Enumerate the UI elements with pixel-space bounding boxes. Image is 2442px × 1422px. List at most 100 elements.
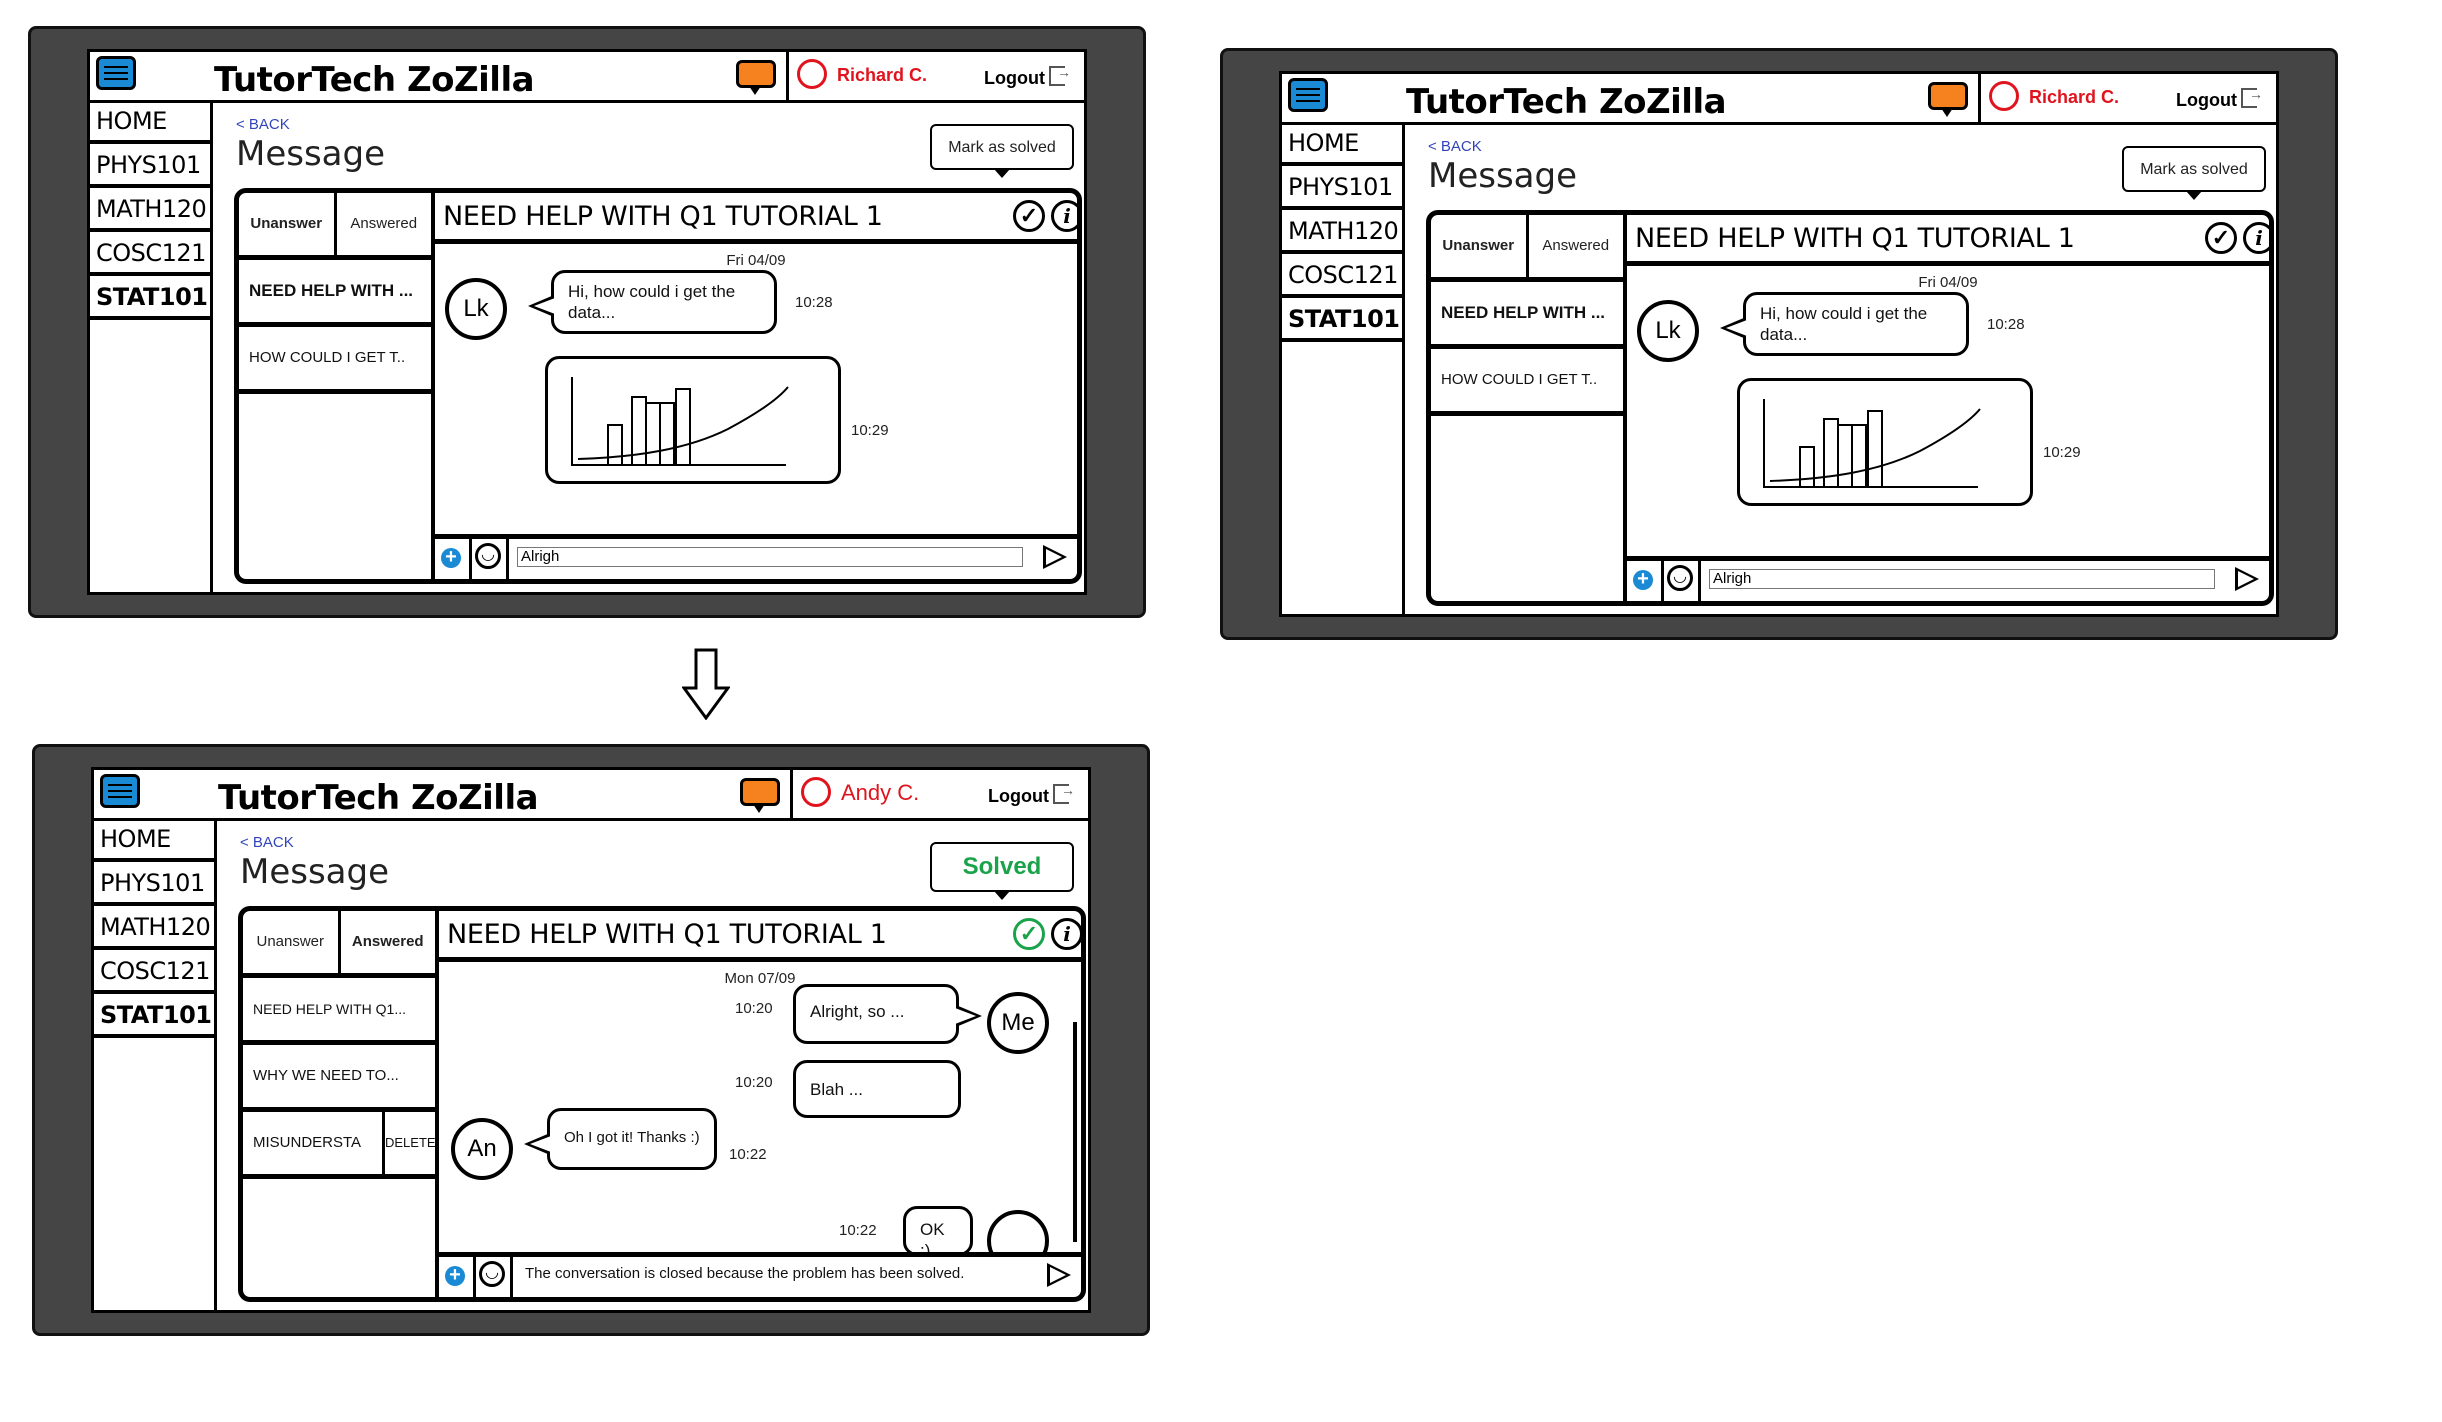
nav-math120[interactable]: MATH120	[1282, 210, 1402, 254]
message-time: 10:22	[729, 1146, 767, 1163]
add-attachment-icon[interactable]: +	[445, 1265, 465, 1286]
user-name: Andy C.	[841, 780, 920, 805]
emoji-button[interactable]: ◡	[473, 1257, 513, 1297]
nav-cosc121[interactable]: COSC121	[1282, 254, 1402, 298]
tab-answered[interactable]: Answered	[333, 193, 432, 255]
scrollbar[interactable]	[1073, 1022, 1077, 1242]
thread-item[interactable]: WHY WE NEED TO...	[243, 1045, 435, 1112]
send-icon[interactable]	[1043, 545, 1067, 569]
info-icon[interactable]: i	[2243, 222, 2269, 254]
nav-phys101[interactable]: PHYS101	[94, 862, 214, 906]
thread-item[interactable]: NEED HELP WITH Q1...	[243, 978, 435, 1045]
avatar: Me	[987, 992, 1049, 1054]
message-bubble: Hi, how could i get the data...	[528, 270, 777, 334]
logout-icon	[2240, 86, 2263, 108]
image-attachment[interactable]	[1737, 378, 2033, 506]
chat-date: Fri 04/09	[1918, 274, 1978, 291]
nav-phys101[interactable]: PHYS101	[1282, 166, 1402, 210]
nav-stat101[interactable]: STAT101	[90, 276, 210, 320]
nav-stat101[interactable]: STAT101	[1282, 298, 1402, 342]
chat-area: NEED HELP WITH Q1 TUTORIAL 1 ✓ i Fri 04/…	[435, 193, 1077, 579]
tab-unanswer[interactable]: Unanswer	[1431, 215, 1526, 277]
nav-home[interactable]: HOME	[94, 818, 214, 862]
nav-home[interactable]: HOME	[90, 100, 210, 144]
check-icon[interactable]: ✓	[2205, 222, 2237, 254]
chat-icon[interactable]	[1928, 82, 1968, 117]
nav-stat101[interactable]: STAT101	[94, 994, 214, 1038]
tab-answered[interactable]: Answered	[337, 911, 436, 973]
logout-button[interactable]: Logout	[2176, 86, 2263, 111]
nav-math120[interactable]: MATH120	[94, 906, 214, 950]
add-attachment-icon[interactable]: +	[441, 547, 461, 568]
message-input[interactable]	[517, 547, 1023, 567]
back-link[interactable]: < BACK	[240, 834, 294, 851]
tab-answered[interactable]: Answered	[1525, 215, 1624, 277]
user-profile[interactable]: Richard C.	[1978, 74, 2121, 122]
smiley-icon: ◡	[479, 1261, 505, 1287]
logout-label: Logout	[988, 786, 1049, 806]
nav-math120[interactable]: MATH120	[90, 188, 210, 232]
emoji-button[interactable]: ◡	[1661, 561, 1701, 601]
thread-item[interactable]: NEED HELP WITH ...	[1431, 282, 1623, 349]
mark-as-solved-button[interactable]: Mark as solved	[2122, 146, 2266, 200]
device-frame-3: TutorTech ZoZilla Andy C. Logout HOME PH…	[32, 744, 1150, 1336]
thread-list: Unanswer Answered NEED HELP WITH ... HOW…	[1431, 215, 1627, 601]
page-title: Message	[240, 852, 390, 892]
app-title: TutorTech ZoZilla	[1406, 82, 1727, 122]
closed-notice: The conversation is closed because the p…	[525, 1265, 965, 1282]
avatar: An	[451, 1118, 513, 1180]
thread-item[interactable]: NEED HELP WITH ...	[239, 260, 431, 327]
message-bubble: Blah ...	[793, 1060, 961, 1118]
device-frame-2: TutorTech ZoZilla Richard C. Logout HOME…	[1220, 48, 2338, 640]
check-icon[interactable]: ✓	[1013, 200, 1045, 232]
sidebar: HOME PHYS101 MATH120 COSC121 STAT101	[1282, 122, 1405, 614]
logout-label: Logout	[984, 68, 1045, 88]
smiley-icon: ◡	[1667, 565, 1693, 591]
thread-item[interactable]: HOW COULD I GET T..	[239, 327, 431, 394]
thread-item[interactable]: MISUNDERSTA DELETE	[243, 1112, 435, 1179]
user-profile[interactable]: Andy C.	[790, 770, 933, 818]
thread-list: Unanswer Answered NEED HELP WITH ... HOW…	[239, 193, 435, 579]
chat-header: NEED HELP WITH Q1 TUTORIAL 1 ✓ i	[435, 193, 1077, 244]
chat-title: NEED HELP WITH Q1 TUTORIAL 1	[443, 201, 883, 232]
menu-icon[interactable]	[1288, 78, 1328, 112]
message-panel: Unanswer Answered NEED HELP WITH ... HOW…	[1426, 210, 2274, 606]
chat-icon[interactable]	[736, 60, 776, 95]
add-attachment-icon[interactable]: +	[1633, 569, 1653, 590]
message-bubble: Oh I got it! Thanks :)	[524, 1108, 717, 1170]
message-input[interactable]	[1709, 569, 2215, 589]
tab-unanswer[interactable]: Unanswer	[243, 911, 338, 973]
chat-icon[interactable]	[740, 778, 780, 813]
back-link[interactable]: < BACK	[236, 116, 290, 133]
nav-phys101[interactable]: PHYS101	[90, 144, 210, 188]
info-icon[interactable]: i	[1051, 918, 1081, 950]
message-text: Alright, so ...	[810, 1002, 905, 1021]
chart-thumbnail	[1763, 399, 1981, 488]
menu-icon[interactable]	[96, 56, 136, 90]
chart-thumbnail	[571, 377, 789, 466]
chat-title: NEED HELP WITH Q1 TUTORIAL 1	[447, 919, 887, 950]
user-name: Richard C.	[2029, 87, 2120, 107]
compose-bar: + ◡ The conversation is closed because t…	[439, 1252, 1081, 1297]
user-profile[interactable]: Richard C.	[786, 52, 929, 100]
delete-button[interactable]: DELETE	[382, 1112, 435, 1174]
top-bar: TutorTech ZoZilla Richard C. Logout	[90, 52, 1084, 103]
emoji-button[interactable]: ◡	[469, 539, 509, 579]
mark-as-solved-button[interactable]: Mark as solved	[930, 124, 1074, 178]
nav-home[interactable]: HOME	[1282, 122, 1402, 166]
message-bubble: OK :)	[903, 1206, 973, 1257]
nav-cosc121[interactable]: COSC121	[90, 232, 210, 276]
image-attachment[interactable]	[545, 356, 841, 484]
tab-unanswer[interactable]: Unanswer	[239, 193, 334, 255]
info-icon[interactable]: i	[1051, 200, 1077, 232]
send-icon[interactable]	[2235, 567, 2259, 591]
sidebar: HOME PHYS101 MATH120 COSC121 STAT101	[90, 100, 213, 592]
thread-item[interactable]: HOW COULD I GET T..	[1431, 349, 1623, 416]
menu-icon[interactable]	[100, 774, 140, 808]
back-link[interactable]: < BACK	[1428, 138, 1482, 155]
chat-area: NEED HELP WITH Q1 TUTORIAL 1 ✓ i Fri 04/…	[1627, 215, 2269, 601]
logout-button[interactable]: Logout	[988, 782, 1075, 807]
avatar-icon	[797, 59, 827, 89]
logout-button[interactable]: Logout	[984, 64, 1071, 89]
nav-cosc121[interactable]: COSC121	[94, 950, 214, 994]
